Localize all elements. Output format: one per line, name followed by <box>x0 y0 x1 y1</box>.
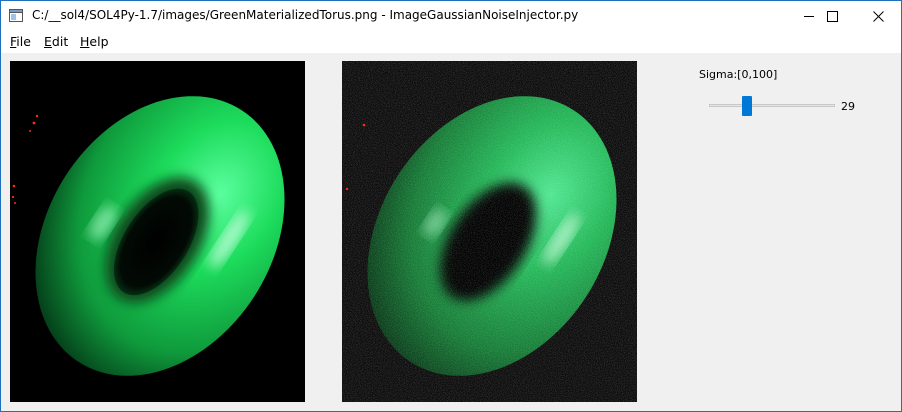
menu-file[interactable]: File <box>10 34 31 49</box>
title-bar[interactable]: C:/__sol4/SOL4Py-1.7/images/GreenMateria… <box>1 1 901 31</box>
sigma-slider-track[interactable] <box>709 104 835 107</box>
maximize-icon <box>826 10 838 22</box>
maximize-button[interactable] <box>809 1 855 31</box>
torus-noisy-graphic <box>342 61 637 402</box>
noisy-image <box>342 61 637 402</box>
menu-help[interactable]: Help <box>80 34 109 49</box>
sigma-value: 29 <box>841 100 855 113</box>
close-icon <box>872 10 884 22</box>
window-title: C:/__sol4/SOL4Py-1.7/images/GreenMateria… <box>32 8 579 22</box>
sigma-label: Sigma:[0,100] <box>699 68 778 81</box>
original-image <box>10 61 305 402</box>
close-button[interactable] <box>855 1 901 31</box>
app-window: C:/__sol4/SOL4Py-1.7/images/GreenMateria… <box>0 0 902 412</box>
main-content: Sigma:[0,100] 29 <box>1 53 901 411</box>
sigma-slider-thumb[interactable] <box>742 96 752 116</box>
app-window-icon <box>9 9 23 22</box>
torus-original-graphic <box>11 96 285 376</box>
menu-edit[interactable]: Edit <box>44 34 68 49</box>
menu-bar: File Edit Help <box>1 31 901 53</box>
